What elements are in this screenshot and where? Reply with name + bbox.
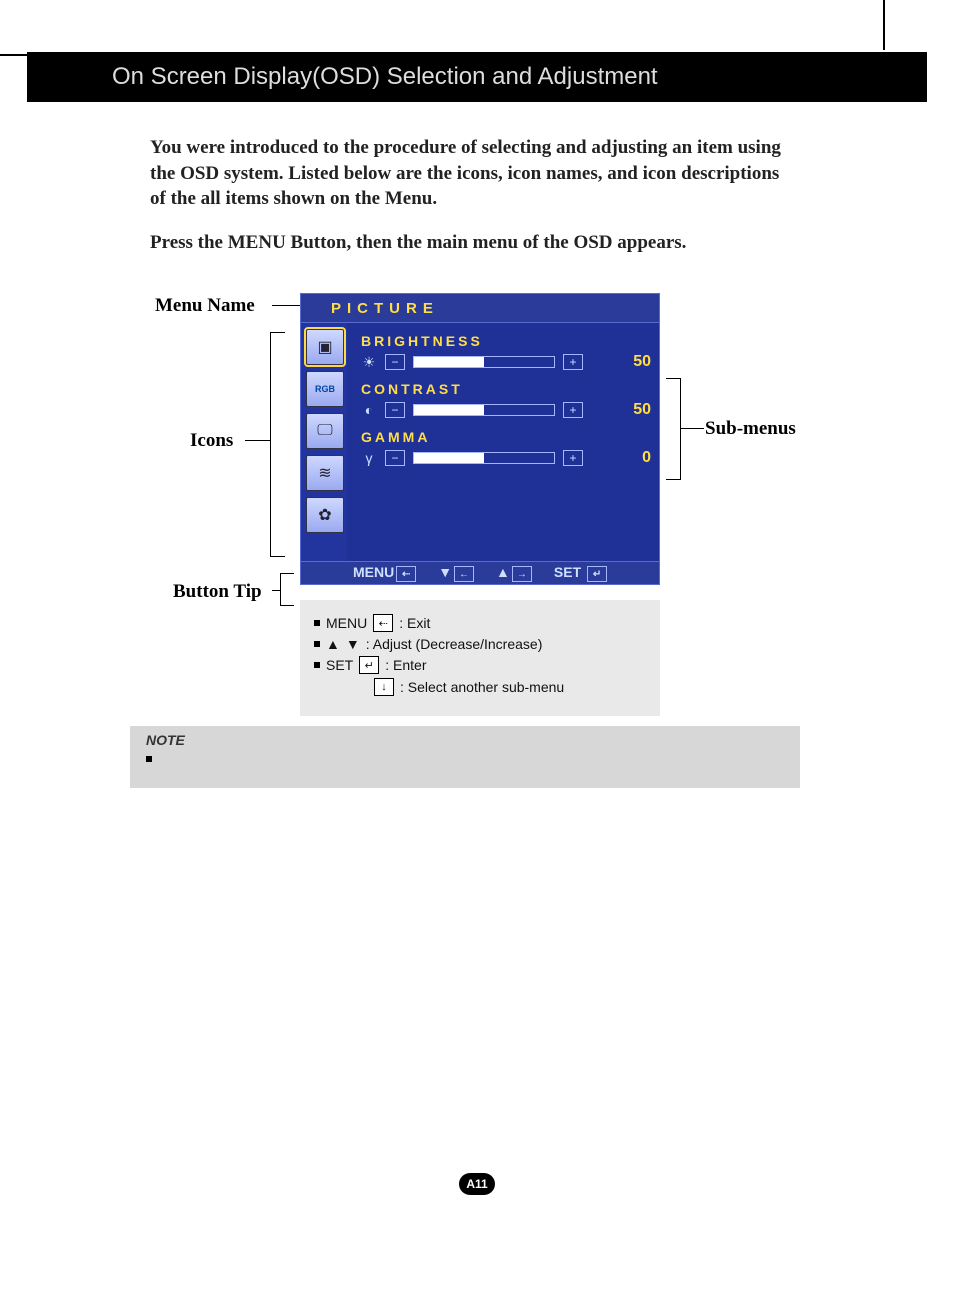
leader-line	[270, 332, 285, 333]
label-button-tip: Button Tip	[173, 581, 262, 603]
slider-track[interactable]	[413, 404, 555, 416]
legend-row: SET ↵ : Enter	[314, 656, 646, 674]
increase-button[interactable]: +	[563, 354, 583, 370]
leader-line	[272, 590, 280, 591]
page-number: A11	[459, 1173, 495, 1195]
osd-body: ▣RGB🖵≋✿ BRIGHTNESS☀−+50CONTRAST◐−+50GAMM…	[300, 323, 660, 562]
label-icons: Icons	[190, 430, 233, 452]
section-header: On Screen Display(OSD) Selection and Adj…	[27, 52, 927, 102]
leader-line	[245, 440, 270, 441]
osd-panel: PICTURE ▣RGB🖵≋✿ BRIGHTNESS☀−+50CONTRAST◐…	[300, 293, 660, 585]
osd-icon-strip: ▣ RGB 🖵 ≋ ✿	[301, 323, 347, 561]
footer-menu: MENU⇠	[353, 564, 416, 583]
left-icon: ←	[454, 566, 474, 582]
bullet-icon	[314, 641, 320, 647]
legend-row: ▲ ▼ : Adjust (Decrease/Increase)	[314, 636, 646, 652]
bullet-icon	[314, 662, 320, 668]
leader-line	[666, 378, 680, 379]
decrease-button[interactable]: −	[385, 450, 405, 466]
intro-text: You were introduced to the procedure of …	[150, 135, 790, 274]
footer-up: ▲→	[496, 564, 532, 583]
row-glyph-icon: γ	[361, 450, 377, 466]
decrease-button[interactable]: −	[385, 402, 405, 418]
osd-row-label: GAMMA	[361, 429, 651, 445]
label-menu-name: Menu Name	[155, 295, 255, 317]
leader-line	[280, 573, 294, 574]
legend-menu-label: MENU	[326, 615, 367, 631]
triangle-down-icon: ▼	[346, 636, 360, 652]
decrease-button[interactable]: −	[385, 354, 405, 370]
leader-line	[270, 332, 271, 557]
slider-track[interactable]	[413, 356, 555, 368]
leader-line	[666, 479, 680, 480]
right-icon: →	[512, 566, 532, 582]
legend-row: ↓ : Select another sub-menu	[314, 678, 646, 696]
crop-mark-v	[883, 0, 885, 50]
increase-button[interactable]: +	[563, 402, 583, 418]
legend-set-desc: : Enter	[385, 657, 426, 673]
osd-slider-row: ◐− +50	[361, 401, 651, 419]
page: On Screen Display(OSD) Selection and Adj…	[0, 0, 954, 1305]
leader-line	[680, 428, 704, 429]
triangle-up-icon: ▲	[326, 636, 340, 652]
setup-icon[interactable]: ≋	[306, 455, 344, 491]
legend-menu-desc: : Exit	[399, 615, 430, 631]
intro-paragraph-1: You were introduced to the procedure of …	[150, 135, 790, 212]
slider-fill	[414, 405, 484, 415]
footer-set: SET ↵	[554, 564, 607, 583]
row-glyph-icon: ☀	[361, 354, 377, 370]
leader-line	[680, 378, 681, 480]
down-arrow-icon: ↓	[374, 678, 394, 696]
leader-line	[280, 573, 281, 606]
leader-line	[280, 605, 294, 606]
button-tip-legend: MENU ⇠ : Exit ▲ ▼ : Adjust (Decrease/Inc…	[300, 600, 660, 716]
note-box: NOTE	[130, 726, 800, 788]
leader-line	[272, 305, 300, 306]
osd-slider-row: ☀− +50	[361, 353, 651, 371]
bullet-icon	[146, 756, 152, 762]
increase-button[interactable]: +	[563, 450, 583, 466]
legend-select-desc: : Select another sub-menu	[400, 679, 564, 695]
legend-set-label: SET	[326, 657, 353, 673]
osd-content: BRIGHTNESS☀−+50CONTRAST◐−+50GAMMAγ−+0	[347, 323, 659, 561]
slider-fill	[414, 453, 484, 463]
legend-row: MENU ⇠ : Exit	[314, 614, 646, 632]
picture-icon[interactable]: ▣	[306, 329, 344, 365]
exit-icon: ⇠	[373, 614, 393, 632]
osd-row-label: BRIGHTNESS	[361, 333, 651, 349]
legend-adjust-desc: : Adjust (Decrease/Increase)	[366, 636, 543, 652]
footer-down: ▼←	[438, 564, 474, 583]
slider-value: 50	[621, 353, 651, 371]
color-icon[interactable]: RGB	[306, 371, 344, 407]
osd-row-label: CONTRAST	[361, 381, 651, 397]
enter-icon: ↵	[587, 566, 607, 582]
label-sub-menus: Sub-menus	[705, 418, 796, 440]
leader-line	[270, 556, 285, 557]
osd-title-text: PICTURE	[331, 300, 439, 317]
tracking-icon[interactable]: 🖵	[306, 413, 344, 449]
exit-icon: ⇠	[396, 566, 416, 582]
note-title: NOTE	[146, 732, 790, 748]
slider-value: 50	[621, 401, 651, 419]
other-icon[interactable]: ✿	[306, 497, 344, 533]
slider-track[interactable]	[413, 452, 555, 464]
enter-icon: ↵	[359, 656, 379, 674]
bullet-icon	[314, 620, 320, 626]
osd-footer: MENU⇠ ▼← ▲→ SET ↵	[300, 562, 660, 585]
osd-title-bar: PICTURE	[300, 293, 660, 323]
slider-value: 0	[621, 449, 651, 467]
slider-fill	[414, 357, 484, 367]
intro-paragraph-2: Press the MENU Button, then the main men…	[150, 230, 790, 256]
row-glyph-icon: ◐	[361, 402, 377, 418]
osd-slider-row: γ− +0	[361, 449, 651, 467]
section-title: On Screen Display(OSD) Selection and Adj…	[112, 63, 658, 91]
